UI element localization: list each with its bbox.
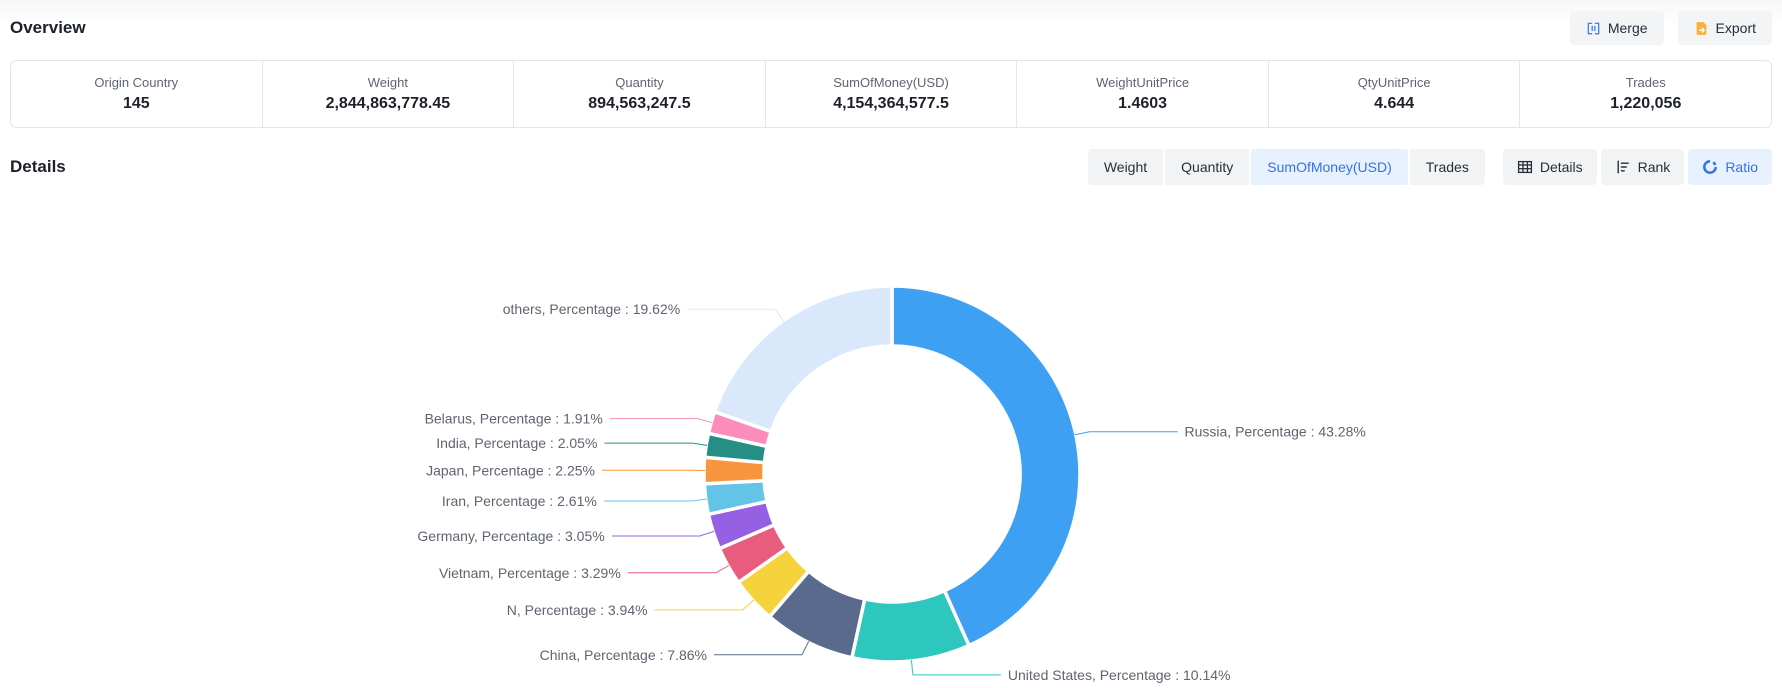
stat-label: SumOfMoney(USD) [833,75,949,90]
merge-button[interactable]: Merge [1570,11,1664,45]
stat-quantity: Quantity 894,563,247.5 [513,61,765,127]
label-line-united-states [911,660,1001,675]
export-button[interactable]: Export [1678,11,1772,45]
stat-value: 4.644 [1374,95,1414,113]
ratio-chart-area: Russia, Percentage : 43.28% United States… [0,200,1782,688]
label-line-others [687,309,784,321]
details-title: Details [10,157,66,177]
view-button-label: Rank [1638,159,1671,175]
stat-origin-country: Origin Country 145 [11,61,262,127]
stat-sumofmoney-usd: SumOfMoney(USD) 4,154,364,577.5 [765,61,1017,127]
stat-trades: Trades 1,220,056 [1519,61,1771,127]
merge-icon [1586,21,1601,36]
tab-sumofmoney-usd[interactable]: SumOfMoney(USD) [1251,149,1407,185]
stat-value: 145 [123,95,150,113]
stat-label: Weight [368,75,408,90]
pie-label-united-states: United States, Percentage : 10.14% [1008,667,1231,683]
label-line-belarus [610,419,712,423]
donut-slice-russia[interactable] [892,286,1080,646]
pie-label-germany: Germany, Percentage : 3.05% [417,528,604,544]
stat-value: 1,220,056 [1610,95,1681,113]
tab-trades[interactable]: Trades [1410,149,1485,185]
stat-weightunitprice: WeightUnitPrice 1.4603 [1016,61,1268,127]
pie-label-iran: Iran, Percentage : 2.61% [442,493,597,509]
pie-label-china: China, Percentage : 7.86% [540,647,707,663]
view-button-group: Details Rank Ratio [1503,149,1772,185]
stat-value: 2,844,863,778.45 [326,95,451,113]
header-actions: Merge Export [1570,11,1772,45]
label-line-russia [1075,432,1178,435]
label-line-n [655,600,754,610]
rank-icon [1615,159,1631,175]
stat-label: Quantity [615,75,663,90]
view-button-label: Details [1540,159,1583,175]
label-line-india [604,443,707,445]
export-button-label: Export [1716,20,1756,36]
stat-value: 894,563,247.5 [588,95,690,113]
table-icon [1517,159,1533,175]
page-header: Overview Merge Export [10,8,1772,48]
pie-label-japan: Japan, Percentage : 2.25% [426,462,595,478]
pie-label-others: others, Percentage : 19.62% [503,301,680,317]
metric-tab-group: WeightQuantitySumOfMoney(USD)Trades [1088,149,1485,185]
donut-slice-others[interactable] [715,286,892,432]
details-view-button[interactable]: Details [1503,149,1597,185]
page-title: Overview [10,18,86,38]
export-icon [1694,21,1709,36]
stat-value: 4,154,364,577.5 [833,95,949,113]
view-button-label: Ratio [1725,159,1758,175]
label-line-vietnam [628,566,729,573]
pie-label-n: N, Percentage : 3.94% [507,602,648,618]
ratio-icon [1702,159,1718,175]
merge-button-label: Merge [1608,20,1648,36]
stat-qtyunitprice: QtyUnitPrice 4.644 [1268,61,1520,127]
rank-view-button[interactable]: Rank [1601,149,1685,185]
overview-stats: Origin Country 145 Weight 2,844,863,778.45 Q… [10,60,1772,128]
label-line-germany [612,531,714,536]
stat-label: QtyUnitPrice [1358,75,1431,90]
stat-label: WeightUnitPrice [1096,75,1189,90]
pie-label-india: India, Percentage : 2.05% [436,435,597,451]
pie-label-russia: Russia, Percentage : 43.28% [1185,424,1366,440]
stat-label: Origin Country [94,75,178,90]
pie-label-belarus: Belarus, Percentage : 1.91% [425,411,603,427]
details-controls: WeightQuantitySumOfMoney(USD)Trades Deta… [1088,149,1772,185]
stat-weight: Weight 2,844,863,778.45 [262,61,514,127]
ratio-donut-chart: Russia, Percentage : 43.28% United States… [0,200,1782,688]
label-line-china [714,641,809,654]
ratio-view-button[interactable]: Ratio [1688,149,1772,185]
tab-weight[interactable]: Weight [1088,149,1163,185]
details-row: Details WeightQuantitySumOfMoney(USD)Tra… [10,148,1772,186]
tab-quantity[interactable]: Quantity [1165,149,1249,185]
label-line-iran [604,499,707,501]
pie-label-vietnam: Vietnam, Percentage : 3.29% [439,565,621,581]
stat-label: Trades [1626,75,1666,90]
stat-value: 1.4603 [1118,95,1167,113]
